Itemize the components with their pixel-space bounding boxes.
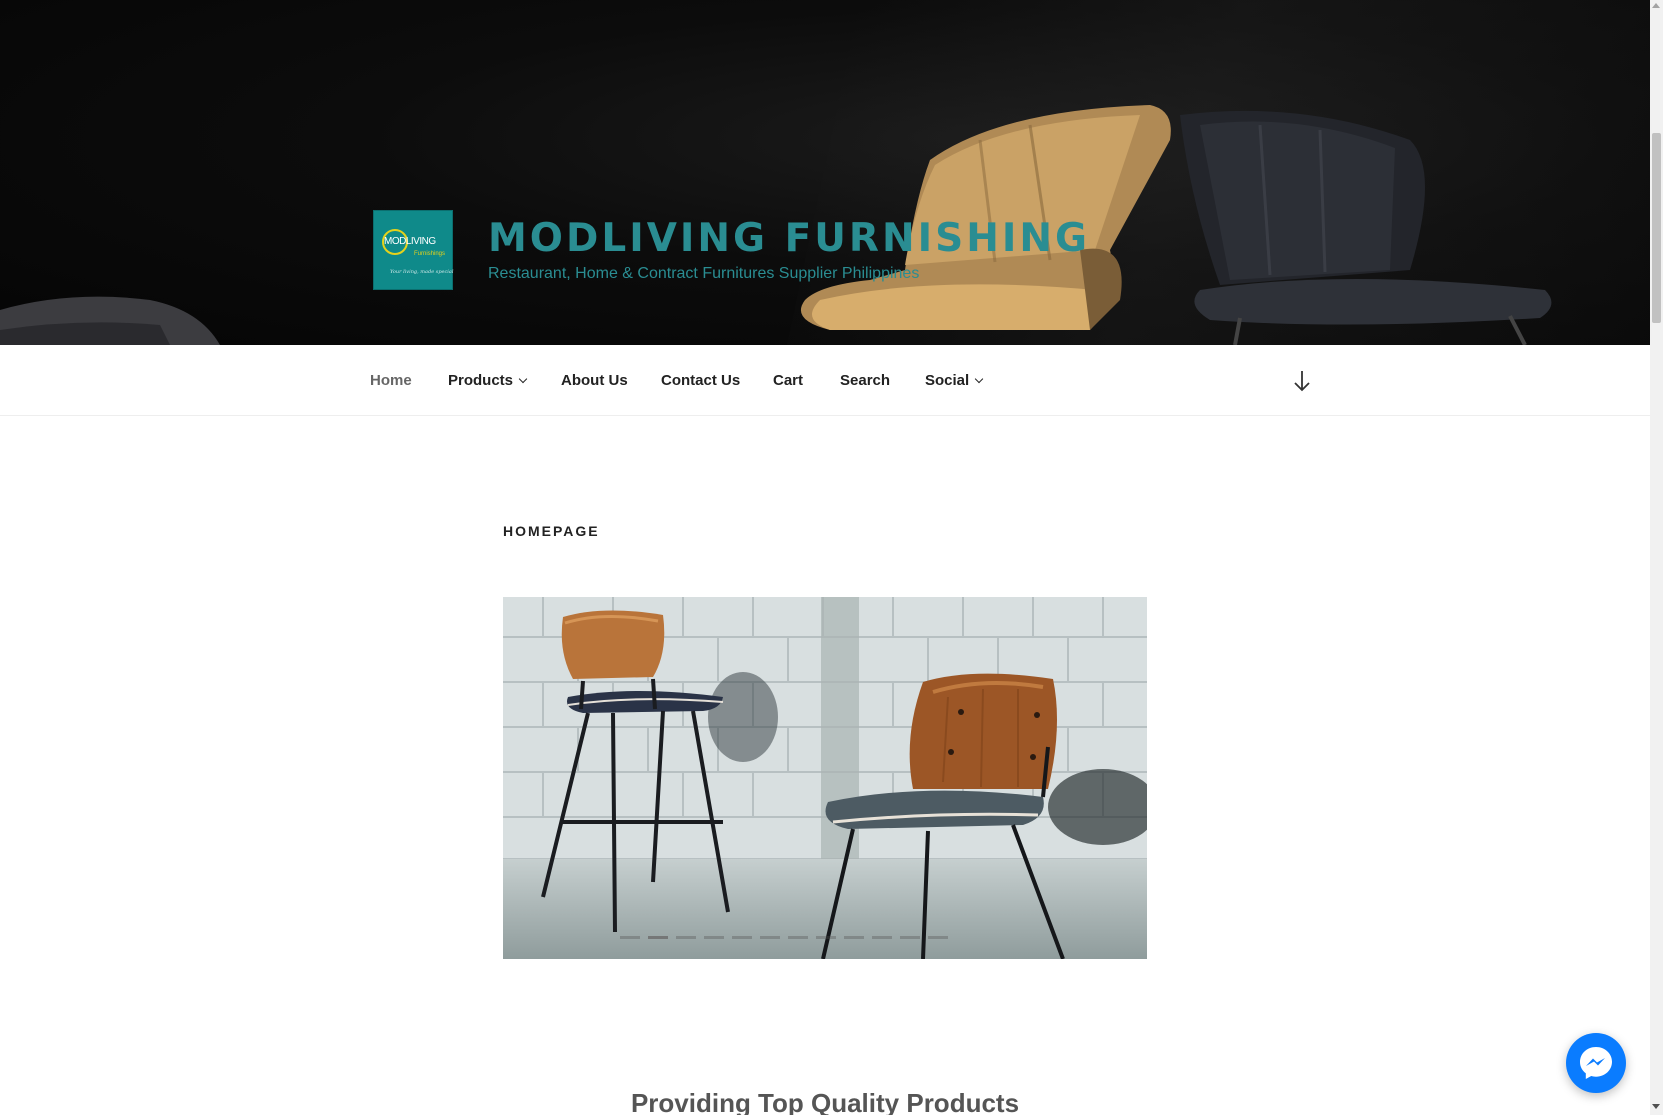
site-logo[interactable]: MODLIVING Furnishings Your living, made … xyxy=(373,210,453,290)
site-tagline: Restaurant, Home & Contract Furnitures S… xyxy=(488,265,920,282)
nav-item-about-us[interactable]: About Us xyxy=(561,372,628,389)
slider-dot[interactable] xyxy=(620,936,640,939)
scroll-thumb[interactable] xyxy=(1652,133,1661,323)
slide-image-chairs xyxy=(503,597,1147,959)
scroll-up-arrow-icon[interactable] xyxy=(1652,3,1660,8)
slider-dot[interactable] xyxy=(676,936,696,939)
logo-text-script: Your living, made special xyxy=(390,269,454,275)
logo-text-sub: Furnishings xyxy=(414,251,446,257)
main-navigation: Home Products About Us Contact Us Cart S… xyxy=(0,345,1650,416)
page: MODLIVING Furnishings Your living, made … xyxy=(0,0,1650,1115)
slider-dot-active[interactable] xyxy=(648,936,668,939)
slider-dot[interactable] xyxy=(760,936,780,939)
scroll-down-arrow-icon[interactable] xyxy=(1652,1104,1660,1109)
section-heading: Providing Top Quality Products xyxy=(630,1088,1020,1115)
slider-pagination xyxy=(503,936,1147,940)
messenger-chat-button[interactable] xyxy=(1566,1033,1626,1093)
nav-item-home[interactable]: Home xyxy=(370,372,412,389)
nav-item-social[interactable]: Social xyxy=(925,372,984,389)
nav-item-label: About Us xyxy=(561,372,628,389)
messenger-icon xyxy=(1580,1047,1612,1079)
logo-text-main: MODLIVING xyxy=(384,236,436,247)
chevron-down-icon xyxy=(518,374,528,384)
nav-item-label: Cart xyxy=(773,372,804,389)
hero-background-image xyxy=(0,105,1552,345)
arrow-down-icon[interactable] xyxy=(1292,369,1312,393)
site-title[interactable]: MODLIVING FURNISHING xyxy=(488,216,1090,261)
nav-item-products[interactable]: Products xyxy=(448,372,528,389)
slider-dot[interactable] xyxy=(872,936,892,939)
slider-dot[interactable] xyxy=(900,936,920,939)
page-scrollbar[interactable] xyxy=(1650,0,1663,1115)
page-title: HOMEPAGE xyxy=(503,523,600,540)
slider-dot[interactable] xyxy=(732,936,752,939)
slider-dot[interactable] xyxy=(928,936,948,939)
nav-item-label: Search xyxy=(840,372,891,389)
slider-dot[interactable] xyxy=(788,936,808,939)
nav-item-contact-us[interactable]: Contact Us xyxy=(661,372,740,389)
nav-item-label: Contact Us xyxy=(661,372,741,389)
nav-item-label: Products xyxy=(448,372,514,389)
image-slider[interactable] xyxy=(503,597,1147,959)
nav-item-search[interactable]: Search xyxy=(840,372,890,389)
slider-dot[interactable] xyxy=(816,936,836,939)
nav-item-cart[interactable]: Cart xyxy=(773,372,803,389)
site-header: MODLIVING Furnishings Your living, made … xyxy=(0,0,1650,345)
nav-item-label: Social xyxy=(925,372,970,389)
slider-dot[interactable] xyxy=(704,936,724,939)
slider-dot[interactable] xyxy=(844,936,864,939)
nav-item-label: Home xyxy=(370,372,412,389)
chevron-down-icon xyxy=(974,374,984,384)
